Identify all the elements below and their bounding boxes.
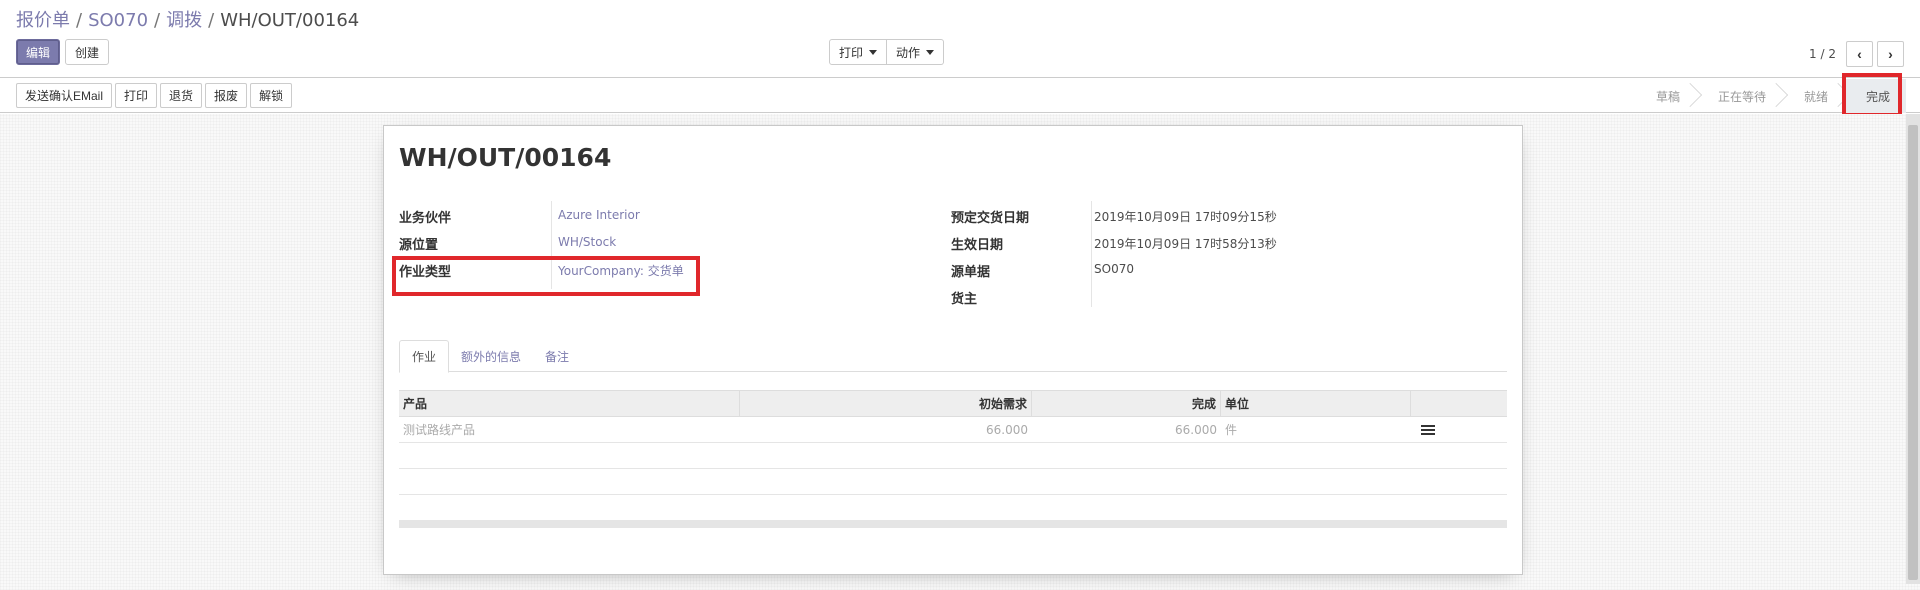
column-header-actions <box>1411 391 1507 416</box>
pager: 1 / 2 ‹ › <box>1809 41 1904 67</box>
scrollbar-thumb[interactable] <box>1908 125 1918 580</box>
breadcrumb-sale-order[interactable]: SO070 <box>88 10 148 31</box>
list-icon[interactable] <box>1421 424 1435 435</box>
return-button[interactable]: 退货 <box>160 83 203 108</box>
table-footer <box>399 521 1507 528</box>
cell-actions <box>1411 417 1507 442</box>
notebook-tabs: 作业 额外的信息 备注 <box>399 340 1507 373</box>
form-statusbar: 发送确认EMail 打印 退货 报废 解锁 草稿 正在等待 就绪 完成 <box>0 79 1920 113</box>
sidebar-dropdowns: 打印 动作 <box>829 39 945 65</box>
scheduled-date-value: 2019年10月09日 17时09分15秒 <box>1094 210 1277 224</box>
print-button[interactable]: 打印 <box>115 83 158 108</box>
field-label: 源位置 <box>399 238 439 253</box>
breadcrumb-separator: / <box>208 10 215 31</box>
partner-link[interactable]: Azure Interior <box>558 208 640 222</box>
chevron-right-icon: › <box>1888 46 1893 62</box>
action-dropdown-button[interactable]: 动作 <box>887 39 945 65</box>
status-waiting[interactable]: 正在等待 <box>1696 79 1788 113</box>
field-label: 预定交货日期 <box>951 211 1030 226</box>
caret-down-icon <box>869 49 878 55</box>
breadcrumb-separator: / <box>76 10 83 31</box>
empty-row <box>399 469 1507 495</box>
status-ready[interactable]: 就绪 <box>1782 79 1850 113</box>
print-dropdown-label: 打印 <box>839 45 864 60</box>
tab-notes[interactable]: 备注 <box>533 340 581 372</box>
highlight-box <box>1842 73 1902 117</box>
header-buttons: 发送确认EMail 打印 退货 报废 解锁 <box>16 83 293 108</box>
table-row[interactable]: 测试路线产品 66.000 66.000 件 <box>399 417 1507 443</box>
pager-next-button[interactable]: › <box>1877 41 1904 67</box>
breadcrumb-quotations[interactable]: 报价单 <box>16 10 70 31</box>
field-label: 源单据 <box>951 265 991 280</box>
status-label: 就绪 <box>1803 89 1828 104</box>
form-buttons: 编辑 创建 <box>16 39 110 65</box>
edit-button[interactable]: 编辑 <box>16 39 61 65</box>
print-dropdown-button[interactable]: 打印 <box>829 39 888 65</box>
source-location-link[interactable]: WH/Stock <box>558 235 616 249</box>
unlock-button[interactable]: 解锁 <box>250 83 293 108</box>
record-title: WH/OUT/00164 <box>399 143 612 172</box>
column-header-uom[interactable]: 单位 <box>1221 391 1411 416</box>
source-document-value: SO070 <box>1094 262 1134 276</box>
create-button[interactable]: 创建 <box>65 39 110 65</box>
pager-previous-button[interactable]: ‹ <box>1846 41 1873 67</box>
operations-table: 产品 初始需求 完成 单位 测试路线产品 66.000 66.000 件 <box>399 390 1507 528</box>
form-sheet: WH/OUT/00164 业务伙伴 Azure Interior 源位置 WH/… <box>383 125 1523 575</box>
field-label: 业务伙伴 <box>399 211 452 226</box>
empty-row <box>399 443 1507 469</box>
tab-operations[interactable]: 作业 <box>399 340 450 373</box>
tab-additional-info[interactable]: 额外的信息 <box>449 340 533 372</box>
breadcrumb: 报价单 / SO070/调拨 / WH/OUT/00164 <box>16 6 359 32</box>
caret-down-icon <box>926 49 935 55</box>
cell-done: 66.000 <box>1175 422 1217 437</box>
field-label: 生效日期 <box>951 238 1004 253</box>
column-header-done[interactable]: 完成 <box>1032 391 1221 416</box>
action-dropdown-label: 动作 <box>896 45 921 60</box>
empty-row <box>399 495 1507 521</box>
cell-product: 测试路线产品 <box>403 423 476 437</box>
table-header: 产品 初始需求 完成 单位 <box>399 390 1507 417</box>
divider <box>1091 201 1092 307</box>
status-label: 草稿 <box>1655 89 1680 104</box>
breadcrumb-separator: / <box>154 10 161 31</box>
breadcrumb-transfers[interactable]: 调拨 <box>166 10 202 31</box>
highlight-box <box>392 256 700 296</box>
pager-value[interactable]: 1 / 2 <box>1809 47 1836 61</box>
breadcrumb-current: WH/OUT/00164 <box>220 10 360 31</box>
control-panel: 报价单 / SO070/调拨 / WH/OUT/00164 编辑 创建 打印 动作 1 … <box>0 0 1920 78</box>
chevron-left-icon: ‹ <box>1857 46 1862 62</box>
column-header-demand[interactable]: 初始需求 <box>740 391 1032 416</box>
cell-uom: 件 <box>1225 423 1238 437</box>
send-email-button[interactable]: 发送确认EMail <box>16 83 113 108</box>
column-header-product[interactable]: 产品 <box>399 391 740 416</box>
scrap-button[interactable]: 报废 <box>205 83 248 108</box>
status-label: 正在等待 <box>1717 89 1766 104</box>
field-label: 货主 <box>951 292 978 307</box>
cell-demand: 66.000 <box>986 422 1028 437</box>
status-draft[interactable]: 草稿 <box>1634 79 1702 113</box>
effective-date-value: 2019年10月09日 17时58分13秒 <box>1094 237 1277 251</box>
